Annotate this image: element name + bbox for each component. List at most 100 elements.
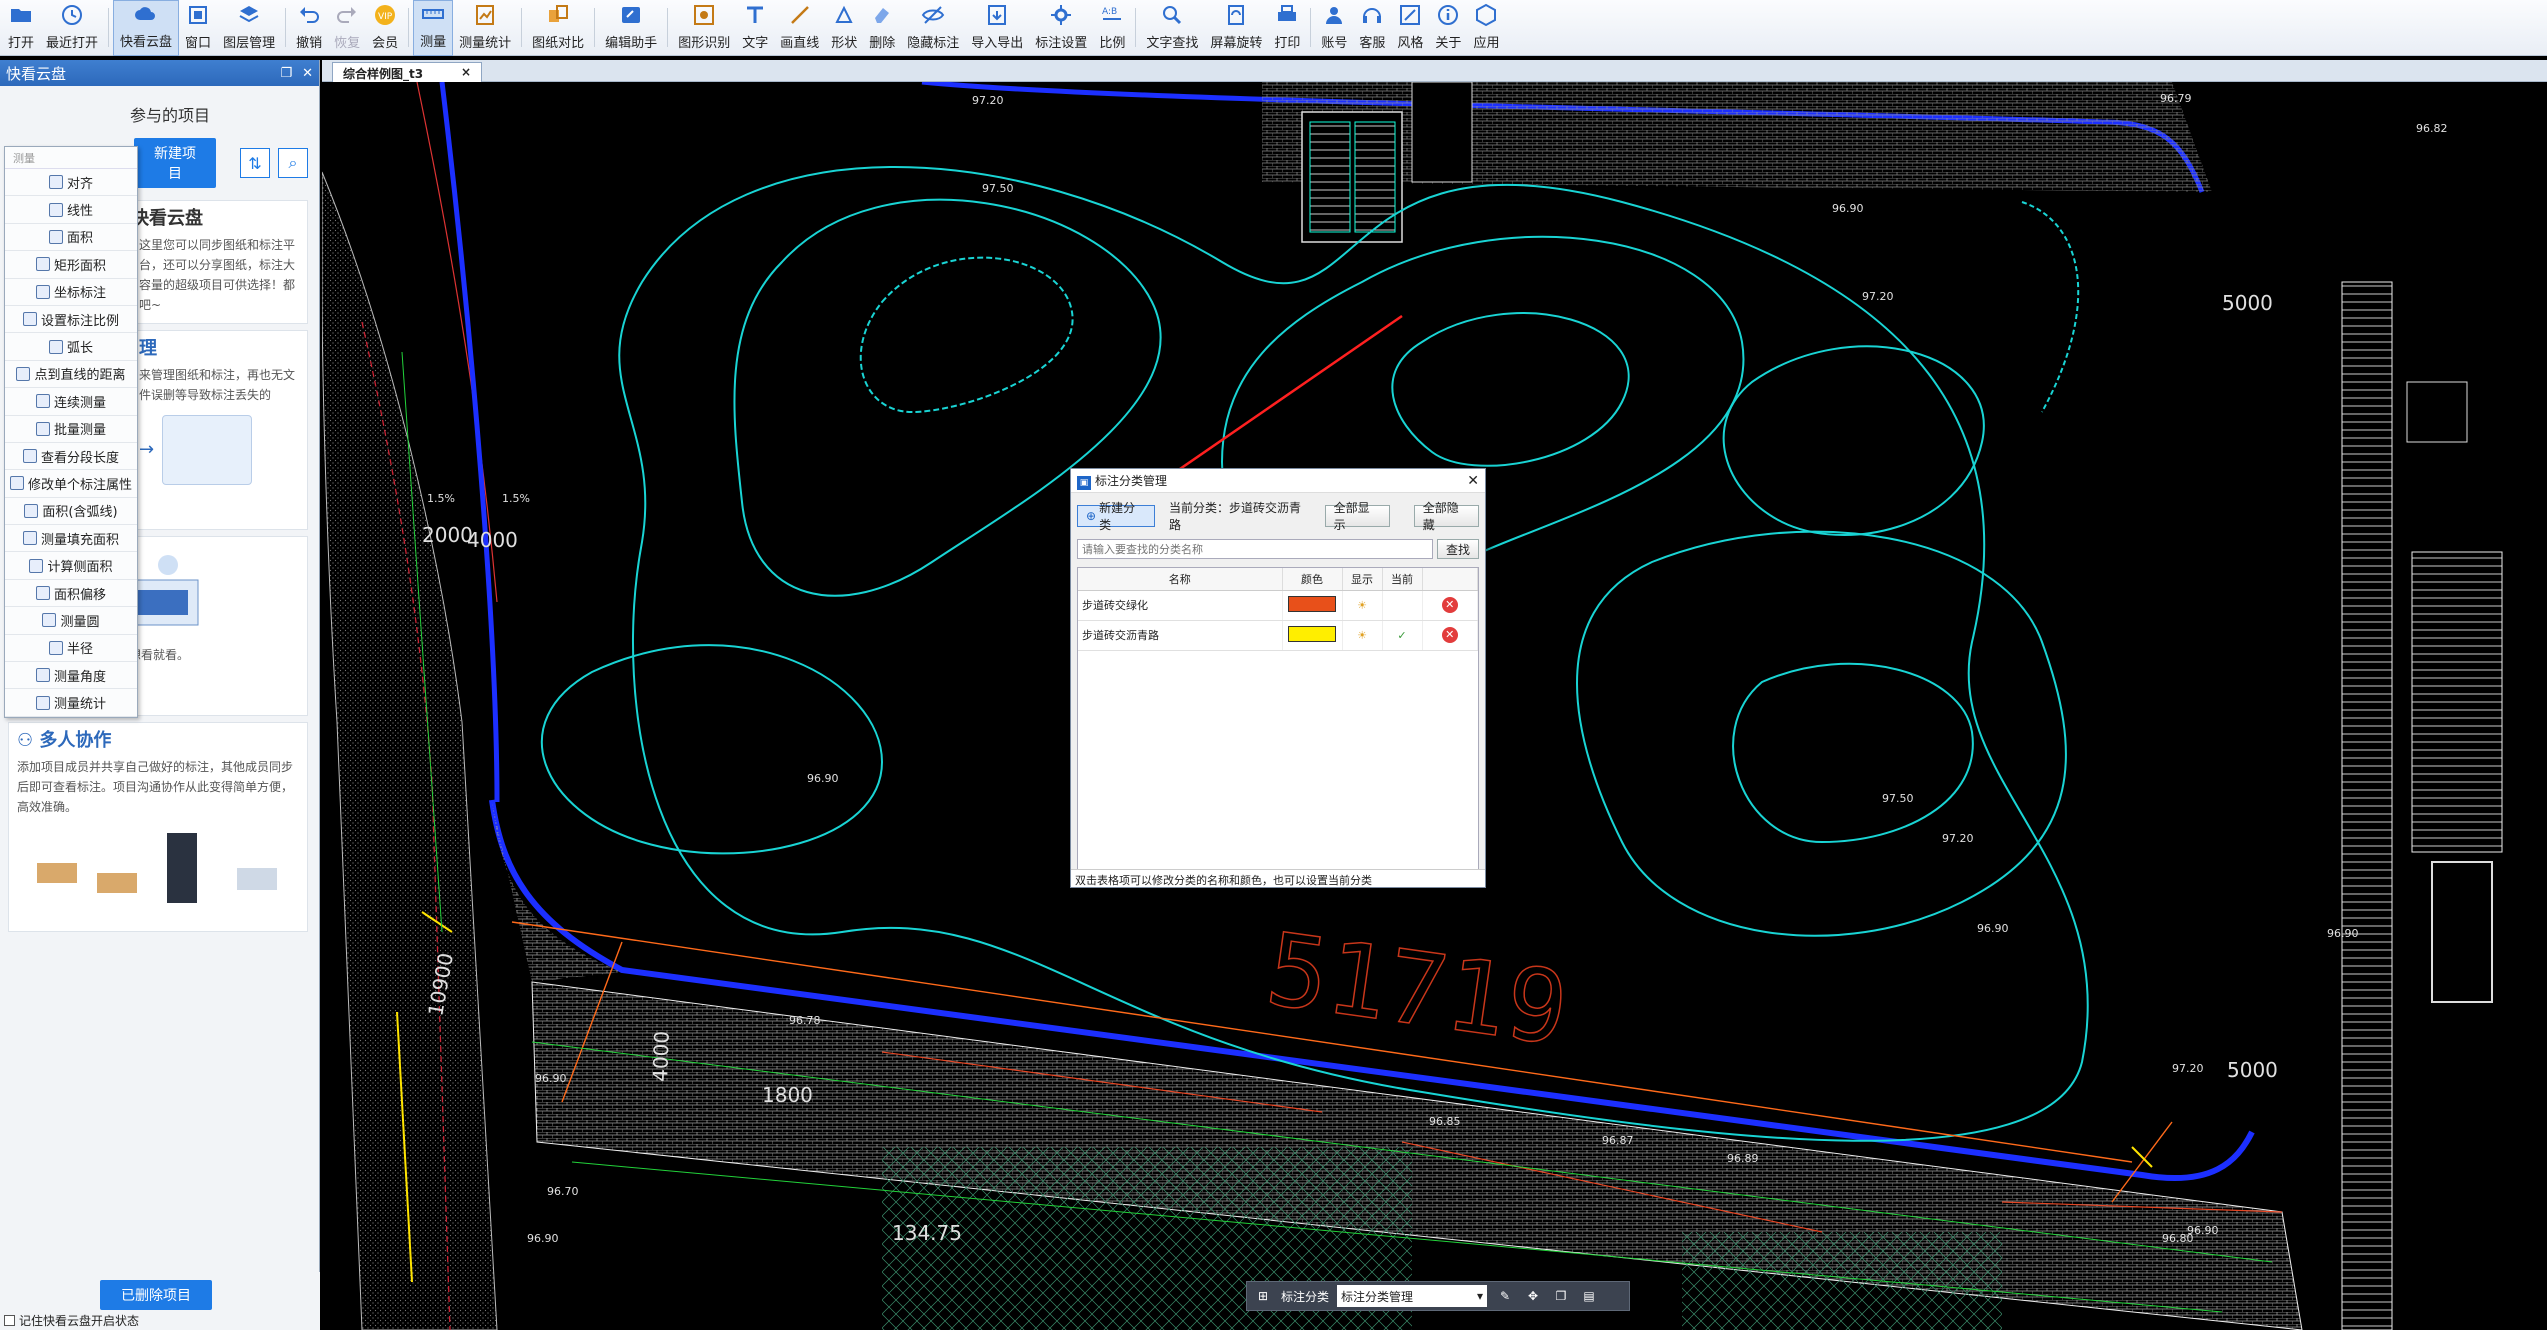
- search-icon[interactable]: ⌕: [278, 148, 308, 178]
- toolbar-label: 恢复: [334, 36, 361, 51]
- paste-icon[interactable]: ▤: [1579, 1286, 1599, 1306]
- hide-all-button[interactable]: 全部隐藏: [1413, 501, 1479, 532]
- eye-icon[interactable]: ☀: [1357, 599, 1367, 612]
- delete-icon[interactable]: ✕: [1441, 627, 1458, 643]
- toolbar-headset-button[interactable]: 客服: [1353, 0, 1391, 56]
- measure-tool-icon: [22, 312, 37, 327]
- toolbar-eraser-button[interactable]: 删除: [863, 0, 901, 56]
- toolbar-rotate-screen-button[interactable]: 屏幕旋转: [1204, 0, 1268, 56]
- toolbar-redo-button[interactable]: 恢复: [328, 0, 366, 56]
- toolbar-cloud-button[interactable]: 快看云盘: [113, 0, 180, 56]
- category-search-input[interactable]: [1077, 539, 1433, 559]
- measure-menu-item[interactable]: 计算侧面积: [5, 552, 137, 580]
- measure-menu-item[interactable]: 设置标注比例: [5, 306, 137, 334]
- manage-title: 理: [139, 338, 157, 359]
- current-cell[interactable]: ✓: [1382, 620, 1423, 651]
- deleted-projects-button[interactable]: 已删除项目: [100, 1280, 212, 1310]
- current-cell[interactable]: [1382, 590, 1423, 621]
- measure-menu-item[interactable]: 线性: [5, 196, 137, 224]
- grid-icon[interactable]: ⊞: [1253, 1286, 1273, 1306]
- measure-menu-item[interactable]: 面积偏移: [5, 580, 137, 608]
- category-name[interactable]: 步道砖交绿化: [1078, 590, 1283, 621]
- category-select[interactable]: 标注分类管理 ▾: [1337, 1285, 1488, 1307]
- toolbar-shape-recognize-button[interactable]: 图形识别: [672, 0, 736, 56]
- toolbar-layers-button[interactable]: 图层管理: [217, 0, 281, 56]
- toolbar-measure-stats-button[interactable]: 测量统计: [453, 0, 517, 56]
- toolbar-clock-button[interactable]: 最近打开: [40, 0, 104, 56]
- measure-menu-item[interactable]: 测量圆: [5, 607, 137, 635]
- app-window: 打开 最近打开 快看云盘 窗口 图层管理 撤销 恢复 VIP 会员 测量 测量统计 图纸对比 编辑助手图…: [0, 0, 2547, 1330]
- measure-menu-item[interactable]: 连续测量: [5, 388, 137, 416]
- toolbar-compare-button[interactable]: 图纸对比: [526, 0, 590, 56]
- measure-stats-icon: [472, 2, 498, 28]
- measure-menu-item[interactable]: 测量角度: [5, 662, 137, 690]
- show-all-button[interactable]: 全部显示: [1324, 501, 1390, 532]
- toolbar-text-search-button[interactable]: 文字查找: [1140, 0, 1204, 56]
- delete-cell[interactable]: ✕: [1422, 590, 1478, 621]
- category-name[interactable]: 步道砖交沥青路: [1078, 620, 1283, 651]
- visibility-toggle[interactable]: ☀: [1342, 590, 1383, 621]
- measure-menu-item[interactable]: 对齐: [5, 169, 137, 197]
- toolbar-shape-button[interactable]: 形状: [825, 0, 863, 56]
- toolbar-folder-open-button[interactable]: 打开: [2, 0, 40, 56]
- toolbar-print-button[interactable]: 打印: [1268, 0, 1306, 56]
- copy-icon[interactable]: ❐: [1551, 1286, 1571, 1306]
- measure-menu-item[interactable]: 点到直线的距离: [5, 361, 137, 389]
- toolbar-undo-button[interactable]: 撤销: [290, 0, 328, 56]
- col-show: 显示: [1342, 568, 1383, 591]
- category-color-cell[interactable]: [1282, 590, 1343, 621]
- toolbar-style-button[interactable]: 风格: [1391, 0, 1429, 56]
- new-category-button[interactable]: ⊕ 新建分类: [1077, 501, 1156, 532]
- measure-menu-item[interactable]: 半径: [5, 635, 137, 663]
- restore-icon[interactable]: ❐: [280, 66, 292, 81]
- table-row[interactable]: 步道砖交绿化 ☀ ✕: [1078, 590, 1478, 621]
- measure-menu-item[interactable]: 测量统计: [5, 689, 137, 717]
- checkbox-icon[interactable]: [4, 1315, 15, 1326]
- measure-menu-item[interactable]: 面积: [5, 224, 137, 252]
- toolbar-edit-assistant-button[interactable]: 编辑助手: [599, 0, 663, 56]
- table-row[interactable]: 步道砖交沥青路 ☀ ✓ ✕: [1078, 620, 1478, 651]
- close-icon[interactable]: ✕: [302, 66, 313, 81]
- toolbar-measure-button[interactable]: 测量: [413, 0, 454, 56]
- toolbar-hide-annotation-button[interactable]: 隐藏标注: [901, 0, 965, 56]
- measure-menu-item[interactable]: 矩形面积: [5, 251, 137, 279]
- autostart-checkbox[interactable]: 记住快看云盘开启状态: [4, 1312, 139, 1329]
- toolbar-line-button[interactable]: 画直线: [774, 0, 825, 56]
- measure-menu-item[interactable]: 修改单个标注属性: [5, 470, 137, 498]
- delete-cell[interactable]: ✕: [1422, 620, 1478, 651]
- eye-icon[interactable]: ☀: [1357, 629, 1367, 642]
- toolbar-account-button[interactable]: 账号: [1315, 0, 1353, 56]
- toolbar-scale-button[interactable]: A:B 比例: [1093, 0, 1131, 56]
- drawing-label: 4000: [648, 1030, 674, 1082]
- category-color-cell[interactable]: [1282, 620, 1343, 651]
- toolbar-import-export-button[interactable]: 导入导出: [965, 0, 1029, 56]
- sync-icon[interactable]: ⇅: [240, 148, 270, 178]
- move-icon[interactable]: ✥: [1523, 1286, 1543, 1306]
- new-project-button[interactable]: 新建项目: [134, 138, 216, 188]
- search-button[interactable]: 查找: [1436, 539, 1479, 559]
- measure-tool-icon: [48, 202, 63, 217]
- color-swatch[interactable]: [1288, 595, 1336, 612]
- toolbar-info-button[interactable]: 关于: [1429, 0, 1467, 56]
- edit-icon[interactable]: ✎: [1495, 1286, 1515, 1306]
- toolbar-text-button[interactable]: 文字: [736, 0, 774, 56]
- color-swatch[interactable]: [1288, 625, 1336, 642]
- toolbar-annotation-settings-button[interactable]: 标注设置: [1029, 0, 1093, 56]
- measure-menu-item[interactable]: 面积(含弧线): [5, 498, 137, 526]
- toolbar-label: 打开: [8, 36, 35, 51]
- check-icon: ✓: [1397, 628, 1407, 642]
- toolbar-apps-button[interactable]: 应用: [1467, 0, 1505, 56]
- measure-menu-item[interactable]: 坐标标注: [5, 279, 137, 306]
- measure-menu-item[interactable]: 批量测量: [5, 416, 137, 443]
- dialog-close-icon[interactable]: ✕: [1467, 473, 1479, 489]
- measure-menu-item[interactable]: 查看分段长度: [5, 443, 137, 471]
- visibility-toggle[interactable]: ☀: [1342, 620, 1383, 651]
- drawing-label: 1.5%: [502, 492, 530, 505]
- measure-menu-item[interactable]: 弧长: [5, 333, 137, 361]
- document-tab[interactable]: 综合样例图_t3 ×: [332, 62, 482, 82]
- measure-menu-item[interactable]: 测量填充面积: [5, 525, 137, 553]
- delete-icon[interactable]: ✕: [1441, 597, 1458, 613]
- tab-close-icon[interactable]: ×: [461, 65, 471, 80]
- toolbar-vip-button[interactable]: VIP 会员: [366, 0, 404, 56]
- toolbar-window-button[interactable]: 窗口: [179, 0, 217, 56]
